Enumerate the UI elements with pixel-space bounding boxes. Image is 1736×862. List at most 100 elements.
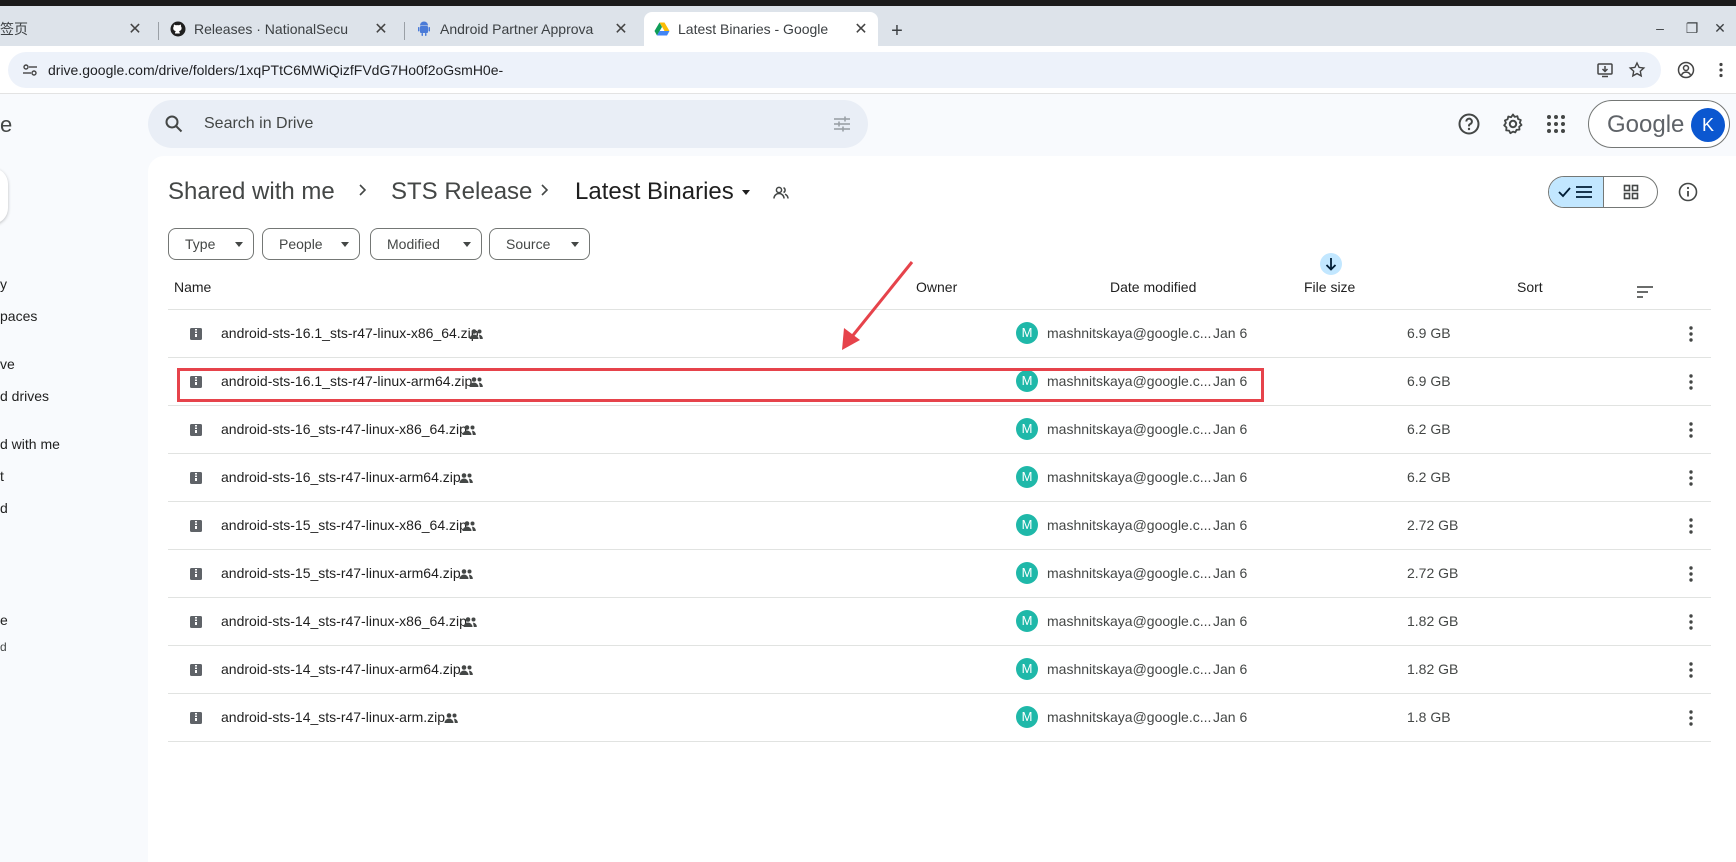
more-vert-icon[interactable]: [1681, 420, 1701, 440]
site-settings-icon[interactable]: [22, 62, 38, 78]
more-vert-icon[interactable]: [1681, 468, 1701, 488]
filter-type[interactable]: Type: [168, 228, 254, 260]
tab-divider: [158, 22, 159, 40]
window-close-button[interactable]: ✕: [1710, 20, 1730, 37]
sort-direction-button[interactable]: [1320, 253, 1342, 275]
sidebar-item-my-drive[interactable]: ve: [0, 356, 15, 372]
breadcrumb-shared-with-me[interactable]: Shared with me: [168, 178, 335, 206]
more-vert-icon[interactable]: [1681, 564, 1701, 584]
file-size: 6.9 GB: [1407, 373, 1451, 389]
owner-email: mashnitskaya@google.c...: [1047, 517, 1212, 533]
settings-icon[interactable]: [1501, 112, 1525, 136]
more-vert-icon[interactable]: [1681, 660, 1701, 680]
zip-icon: [190, 616, 202, 628]
column-date-modified[interactable]: Date modified: [1110, 279, 1196, 295]
file-name[interactable]: android-sts-16_sts-r47-linux-x86_64.zip: [221, 421, 467, 437]
bookmark-star-icon[interactable]: [1628, 61, 1646, 79]
table-row[interactable]: android-sts-15_sts-r47-linux-x86_64.zip M…: [168, 502, 1711, 550]
sidebar-item-storage[interactable]: e: [0, 612, 8, 628]
file-name[interactable]: android-sts-16_sts-r47-linux-arm64.zip: [221, 469, 461, 485]
minimize-button[interactable]: –: [1650, 20, 1670, 36]
table-row[interactable]: android-sts-15_sts-r47-linux-arm64.zip Mm…: [168, 550, 1711, 598]
column-file-size[interactable]: File size: [1304, 279, 1355, 295]
tab-releases[interactable]: Releases · NationalSecu ✕: [170, 12, 398, 46]
file-name[interactable]: android-sts-14_sts-r47-linux-arm.zip: [221, 709, 445, 725]
table-row[interactable]: android-sts-16_sts-r47-linux-arm64.zip Mm…: [168, 454, 1711, 502]
install-app-icon[interactable]: [1596, 61, 1614, 79]
shared-icon: [444, 713, 458, 723]
file-name[interactable]: android-sts-14_sts-r47-linux-x86_64.zip: [221, 613, 467, 629]
browser-menu-icon[interactable]: [1712, 61, 1730, 79]
avatar[interactable]: K: [1691, 108, 1725, 142]
sort-button[interactable]: Sort: [1517, 279, 1543, 295]
more-vert-icon[interactable]: [1681, 516, 1701, 536]
avatar[interactable]: M: [1016, 562, 1038, 584]
search-options-icon[interactable]: [832, 114, 852, 134]
table-row[interactable]: android-sts-16.1_sts-r47-linux-x86_64.zi…: [168, 310, 1711, 358]
grid-view-button[interactable]: [1604, 177, 1657, 207]
close-icon[interactable]: ✕: [126, 20, 144, 38]
table-row[interactable]: android-sts-14_sts-r47-linux-arm64.zip Mm…: [168, 646, 1711, 694]
avatar[interactable]: M: [1016, 610, 1038, 632]
search-icon[interactable]: [164, 114, 184, 134]
restore-button[interactable]: ❐: [1682, 20, 1702, 37]
file-name[interactable]: android-sts-16.1_sts-r47-linux-x86_64.zi…: [221, 325, 479, 341]
close-icon[interactable]: ✕: [612, 20, 630, 38]
account-chip[interactable]: Google K: [1588, 100, 1730, 148]
table-row[interactable]: android-sts-16_sts-r47-linux-x86_64.zip M…: [168, 406, 1711, 454]
breadcrumb-sts-release[interactable]: STS Release: [391, 178, 532, 206]
avatar[interactable]: M: [1016, 322, 1038, 344]
url-text[interactable]: drive.google.com/drive/folders/1xqPTtC6M…: [48, 62, 503, 78]
breadcrumb-latest-binaries[interactable]: Latest Binaries: [575, 178, 734, 206]
caret-down-icon[interactable]: [738, 184, 754, 200]
file-name[interactable]: android-sts-15_sts-r47-linux-x86_64.zip: [221, 517, 467, 533]
new-tab-button[interactable]: +: [886, 20, 908, 42]
shared-folder-icon[interactable]: [772, 184, 790, 202]
profile-icon[interactable]: [1677, 61, 1695, 79]
file-name[interactable]: android-sts-15_sts-r47-linux-arm64.zip: [221, 565, 461, 581]
info-icon[interactable]: [1678, 182, 1698, 202]
omnibox[interactable]: drive.google.com/drive/folders/1xqPTtC6M…: [8, 52, 1661, 88]
sidebar-item-recent[interactable]: t: [0, 468, 4, 484]
close-icon[interactable]: ✕: [852, 20, 870, 38]
close-icon[interactable]: ✕: [372, 20, 390, 38]
more-vert-icon[interactable]: [1681, 372, 1701, 392]
more-vert-icon[interactable]: [1681, 324, 1701, 344]
sidebar-item-workspaces[interactable]: paces: [0, 308, 37, 324]
sidebar-item-shared-drives[interactable]: d drives: [0, 388, 49, 404]
new-button[interactable]: [0, 168, 8, 224]
tab-latest-binaries[interactable]: Latest Binaries - Google ✕: [644, 12, 878, 46]
help-icon[interactable]: [1457, 112, 1481, 136]
avatar[interactable]: M: [1016, 658, 1038, 680]
table-row[interactable]: android-sts-14_sts-r47-linux-x86_64.zip M…: [168, 598, 1711, 646]
search-input[interactable]: [204, 112, 764, 136]
tab-new-tab-page[interactable]: 签页 ✕: [0, 12, 150, 46]
apps-icon[interactable]: [1544, 112, 1568, 136]
file-name[interactable]: android-sts-14_sts-r47-linux-arm64.zip: [221, 661, 461, 677]
grid-view-icon: [1623, 184, 1639, 200]
owner-email: mashnitskaya@google.c...: [1047, 613, 1212, 629]
file-size: 1.82 GB: [1407, 661, 1459, 677]
tab-android-partner[interactable]: Android Partner Approva ✕: [416, 12, 638, 46]
sidebar-item-starred[interactable]: d: [0, 500, 8, 516]
list-view-icon: [1558, 186, 1592, 198]
sidebar-item-shared-with-me[interactable]: d with me: [0, 436, 60, 452]
drive-search-bar[interactable]: [148, 100, 868, 148]
file-size: 2.72 GB: [1407, 565, 1459, 581]
sort-icon[interactable]: [1636, 285, 1654, 299]
more-vert-icon[interactable]: [1681, 612, 1701, 632]
filter-modified[interactable]: Modified: [370, 228, 482, 260]
filter-people[interactable]: People: [262, 228, 360, 260]
sidebar-item-activity[interactable]: y: [0, 276, 7, 292]
avatar[interactable]: M: [1016, 466, 1038, 488]
column-name[interactable]: Name: [174, 279, 211, 295]
avatar[interactable]: M: [1016, 514, 1038, 536]
zip-icon: [190, 328, 202, 340]
avatar[interactable]: M: [1016, 418, 1038, 440]
list-view-button[interactable]: [1549, 177, 1604, 207]
more-vert-icon[interactable]: [1681, 708, 1701, 728]
table-row[interactable]: android-sts-14_sts-r47-linux-arm.zip Mmas…: [168, 694, 1711, 742]
date-modified: Jan 6: [1213, 661, 1248, 677]
avatar[interactable]: M: [1016, 706, 1038, 728]
filter-source[interactable]: Source: [489, 228, 590, 260]
